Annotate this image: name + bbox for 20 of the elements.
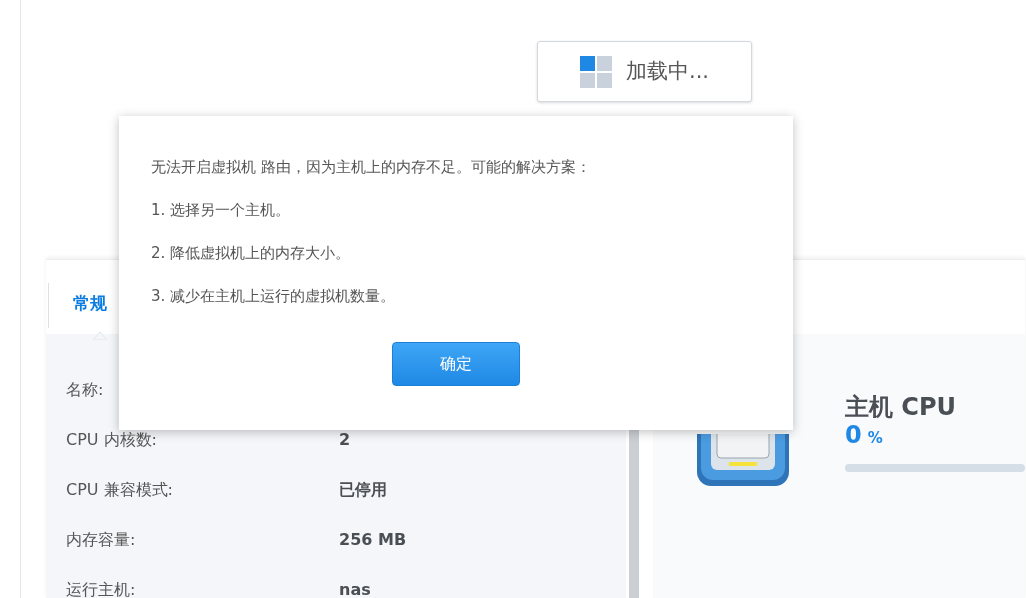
ok-button[interactable]: 确定 [392,342,520,386]
dialog-message: 无法开启虚拟机 路由，因为主机上的内存不足。可能的解决方案： [151,157,592,178]
loading-text: 加载中... [626,57,709,85]
field-label: CPU 内核数: [66,429,158,451]
field-label: 运行主机: [66,579,137,598]
dialog-message: 2. 降低虚拟机上的内存大小。 [151,243,352,264]
field-label: 名称: [66,379,105,401]
field-label: CPU 兼容模式: [66,479,174,501]
field-value: 256 MB [339,529,407,551]
loading-tiles-icon [580,55,612,88]
cpu-usage-value: 0 [845,421,862,450]
host-cpu-title: 主机 CPU [845,394,958,421]
field-label: 内存容量: [66,529,137,551]
cpu-chip-icon [695,434,791,488]
field-value: nas [339,579,371,598]
percent-unit: % [867,429,883,448]
field-value: 已停用 [339,479,387,501]
dialog-message: 1. 选择另一个主机。 [151,200,292,221]
field-value: 2 [339,429,351,451]
dialog-message: 3. 减少在主机上运行的虚拟机数量。 [151,286,397,307]
